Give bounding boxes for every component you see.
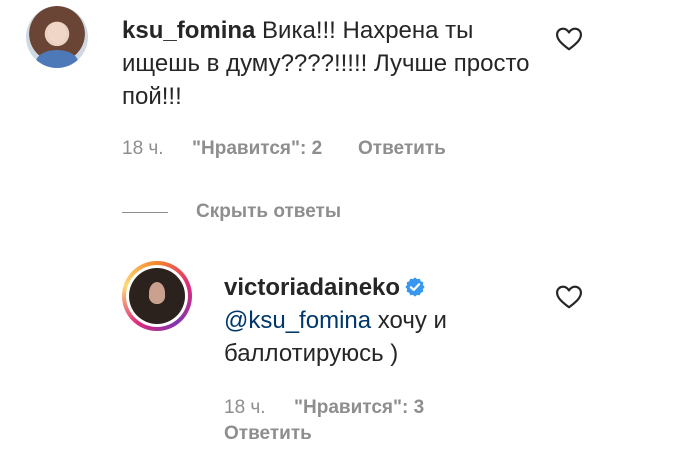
avatar-victoriadaineko xyxy=(129,268,185,324)
hide-replies-label: Скрыть ответы xyxy=(196,201,342,222)
comment-body: ksu_fomina Вика!!! Нахрена ты ищешь в ду… xyxy=(122,14,532,113)
reply-username[interactable]: victoriadaineko xyxy=(224,274,400,301)
reply-time-text[interactable]: 18 ч. xyxy=(224,397,266,418)
verified-badge-icon xyxy=(405,277,425,297)
comment-meta: 18 ч. xyxy=(122,138,164,160)
hide-replies-button[interactable]: Скрыть ответы xyxy=(122,201,341,223)
reply-time: 18 ч. xyxy=(224,397,266,419)
like-heart-icon[interactable] xyxy=(556,27,582,51)
avatar-ring-gap xyxy=(126,265,188,327)
reply-body: victoriadaineko @ksu_fomina хочу и балло… xyxy=(224,271,554,370)
reply-reply-button[interactable]: Ответить xyxy=(224,423,312,445)
avatar-victoriadaineko-story-ring[interactable] xyxy=(122,261,192,331)
avatar-ksu-fomina[interactable] xyxy=(26,6,88,68)
avatar-shirt xyxy=(36,50,78,68)
reply-mention-link[interactable]: @ksu_fomina xyxy=(224,307,371,334)
comment-time[interactable]: 18 ч. xyxy=(122,138,164,159)
comment-reply-button[interactable]: Ответить xyxy=(358,138,446,160)
comment-likes[interactable]: "Нравится": 2 xyxy=(192,138,322,160)
like-heart-icon[interactable] xyxy=(556,285,582,309)
comment-username[interactable]: ksu_fomina xyxy=(122,17,255,44)
divider-line xyxy=(122,211,168,213)
avatar-face xyxy=(48,22,66,44)
reply-likes[interactable]: "Нравится": 3 xyxy=(294,397,424,419)
avatar-face xyxy=(149,282,165,304)
